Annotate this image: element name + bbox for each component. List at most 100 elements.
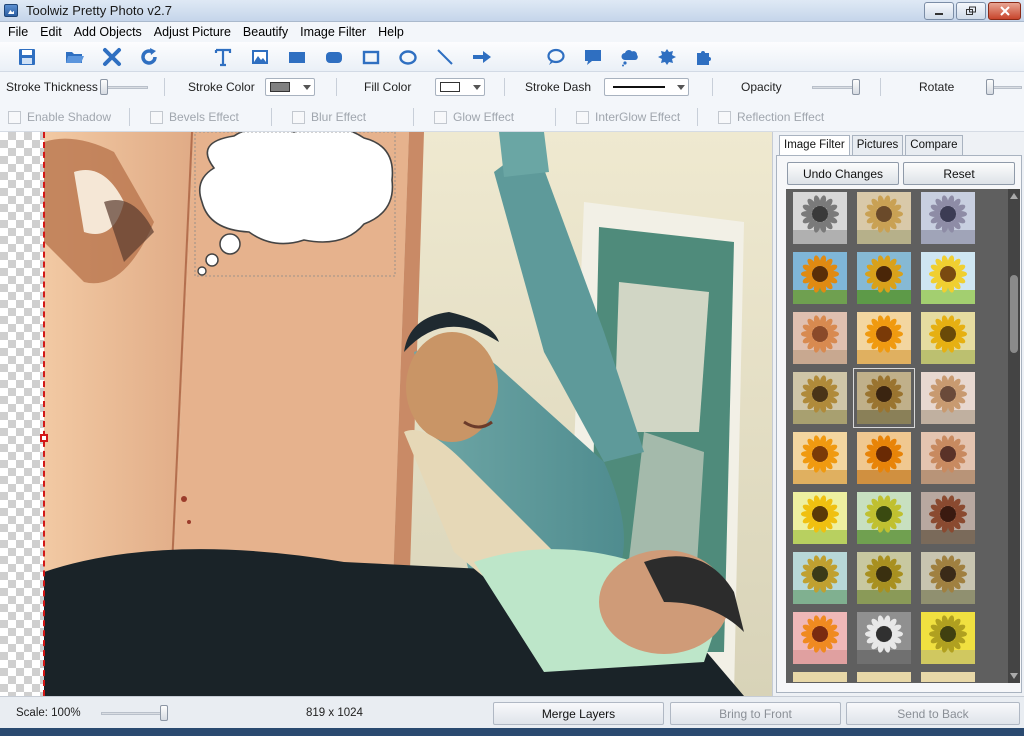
filter-thumbnail-partial[interactable]	[921, 672, 975, 682]
filter-thumbnail-gray[interactable]	[793, 192, 847, 244]
close-button[interactable]	[988, 2, 1021, 20]
filter-thumbnail-bright[interactable]	[921, 252, 975, 304]
photo-canvas[interactable]	[44, 132, 772, 696]
undo-changes-button[interactable]: Undo Changes	[787, 162, 899, 185]
save-button[interactable]	[16, 46, 38, 68]
blur-effect-checkbox[interactable]: Blur Effect	[292, 110, 366, 124]
filter-thumbnail-olive[interactable]	[857, 552, 911, 604]
scroll-down-icon[interactable]	[1010, 673, 1018, 679]
filter-thumbnail-warm[interactable]	[857, 192, 911, 244]
minimize-button[interactable]	[924, 2, 954, 20]
filter-scrollbar[interactable]	[1008, 189, 1020, 683]
sunflower-preview	[793, 432, 847, 484]
cloud-bubble-tool[interactable]	[619, 46, 641, 68]
menu-image-filter[interactable]: Image Filter	[294, 25, 372, 39]
filter-thumbnail-gold[interactable]	[921, 312, 975, 364]
sunflower-preview	[793, 552, 847, 604]
filter-thumbnail-partial[interactable]	[793, 672, 847, 682]
scroll-up-icon[interactable]	[1010, 193, 1018, 199]
menu-file[interactable]: File	[2, 25, 34, 39]
sunflower-preview	[921, 192, 975, 244]
separator	[336, 78, 337, 96]
status-bar: Scale: 100% 819 x 1024 Merge Layers Brin…	[0, 696, 1024, 728]
filter-thumbnail-sepia[interactable]	[793, 372, 847, 424]
glow-effect-checkbox[interactable]: Glow Effect	[434, 110, 514, 124]
refresh-button[interactable]	[138, 46, 160, 68]
rect-outline-tool[interactable]	[360, 46, 382, 68]
checkbox-box[interactable]	[8, 110, 21, 124]
stroke-thickness-thumb[interactable]	[100, 79, 108, 95]
tab-compare[interactable]: Compare	[905, 135, 963, 155]
filter-thumbnail-mono[interactable]	[857, 612, 911, 664]
merge-layers-button[interactable]: Merge Layers	[493, 702, 664, 725]
reflection-effect-checkbox[interactable]: Reflection Effect	[718, 110, 824, 124]
puzzle-tool[interactable]	[693, 46, 715, 68]
chevron-down-icon	[677, 85, 685, 90]
bring-to-front-button[interactable]: Bring to Front	[670, 702, 841, 725]
filter-thumbnail-vivid[interactable]	[793, 252, 847, 304]
send-to-back-button[interactable]: Send to Back	[846, 702, 1020, 725]
reset-button[interactable]: Reset	[903, 162, 1015, 185]
image-tool[interactable]	[249, 46, 271, 68]
filter-thumbnail-pink[interactable]	[793, 612, 847, 664]
checkbox-box[interactable]	[150, 110, 163, 124]
checkbox-box[interactable]	[292, 110, 305, 124]
filter-thumbnail-mauve[interactable]	[921, 432, 975, 484]
filter-thumbnail-orange[interactable]	[857, 312, 911, 364]
line-tool[interactable]	[434, 46, 456, 68]
menu-beautify[interactable]: Beautify	[237, 25, 294, 39]
menu-adjust-picture[interactable]: Adjust Picture	[148, 25, 237, 39]
ellipse-tool[interactable]	[397, 46, 419, 68]
resize-handle[interactable]	[40, 434, 48, 442]
filter-thumbnail-green[interactable]	[857, 492, 911, 544]
arrow-tool[interactable]	[471, 46, 493, 68]
filter-thumbnail-faded[interactable]	[793, 312, 847, 364]
tab-image-filter[interactable]: Image Filter	[779, 135, 850, 156]
opacity-thumb[interactable]	[852, 79, 860, 95]
filter-thumbnail-cool[interactable]	[921, 192, 975, 244]
os-taskbar	[0, 728, 1024, 736]
interglow-effect-checkbox[interactable]: InterGlow Effect	[576, 110, 680, 124]
filter-thumbnail-muted[interactable]	[921, 552, 975, 604]
tab-pictures[interactable]: Pictures	[851, 135, 904, 155]
fill-color-picker[interactable]	[435, 78, 485, 96]
scale-thumb[interactable]	[160, 705, 168, 721]
sunflower-preview	[921, 552, 975, 604]
restore-button[interactable]	[956, 2, 986, 20]
bevels-effect-checkbox[interactable]: Bevels Effect	[150, 110, 239, 124]
filter-thumbnail-yellow[interactable]	[793, 492, 847, 544]
text-tool[interactable]	[212, 46, 234, 68]
separator	[504, 78, 505, 96]
sunflower-preview	[857, 492, 911, 544]
checkbox-box[interactable]	[434, 110, 447, 124]
speech-bubble-tool[interactable]	[545, 46, 567, 68]
filter-thumbnail-sepia-dark[interactable]	[853, 368, 915, 428]
filter-thumbnail-dark[interactable]	[921, 492, 975, 544]
delete-button[interactable]	[101, 46, 123, 68]
window-title: Toolwiz Pretty Photo v2.7	[26, 3, 172, 18]
menu-edit[interactable]: Edit	[34, 25, 68, 39]
scale-slider[interactable]	[101, 712, 167, 715]
filter-thumbnail-orange[interactable]	[793, 432, 847, 484]
rect-fill-tool[interactable]	[286, 46, 308, 68]
scroll-thumb[interactable]	[1010, 275, 1018, 353]
filter-thumbnail-noise[interactable]	[921, 612, 975, 664]
checkbox-box[interactable]	[576, 110, 589, 124]
enable-shadow-checkbox[interactable]: Enable Shadow	[8, 110, 111, 124]
callout-tool[interactable]	[582, 46, 604, 68]
filter-thumbnail-deep-orange[interactable]	[857, 432, 911, 484]
open-button[interactable]	[64, 46, 86, 68]
filter-thumbnail-teal[interactable]	[793, 552, 847, 604]
filter-thumbnail-sharp[interactable]	[857, 252, 911, 304]
filter-thumbnail-soft[interactable]	[921, 372, 975, 424]
rotate-thumb[interactable]	[986, 79, 994, 95]
menu-help[interactable]: Help	[372, 25, 410, 39]
canvas-area[interactable]	[0, 132, 772, 696]
stroke-color-picker[interactable]	[265, 78, 315, 96]
menu-add-objects[interactable]: Add Objects	[68, 25, 148, 39]
stroke-dash-select[interactable]	[604, 78, 689, 96]
rounded-rect-tool[interactable]	[323, 46, 345, 68]
filter-thumbnail-partial[interactable]	[857, 672, 911, 682]
burst-tool[interactable]	[656, 46, 678, 68]
checkbox-box[interactable]	[718, 110, 731, 124]
